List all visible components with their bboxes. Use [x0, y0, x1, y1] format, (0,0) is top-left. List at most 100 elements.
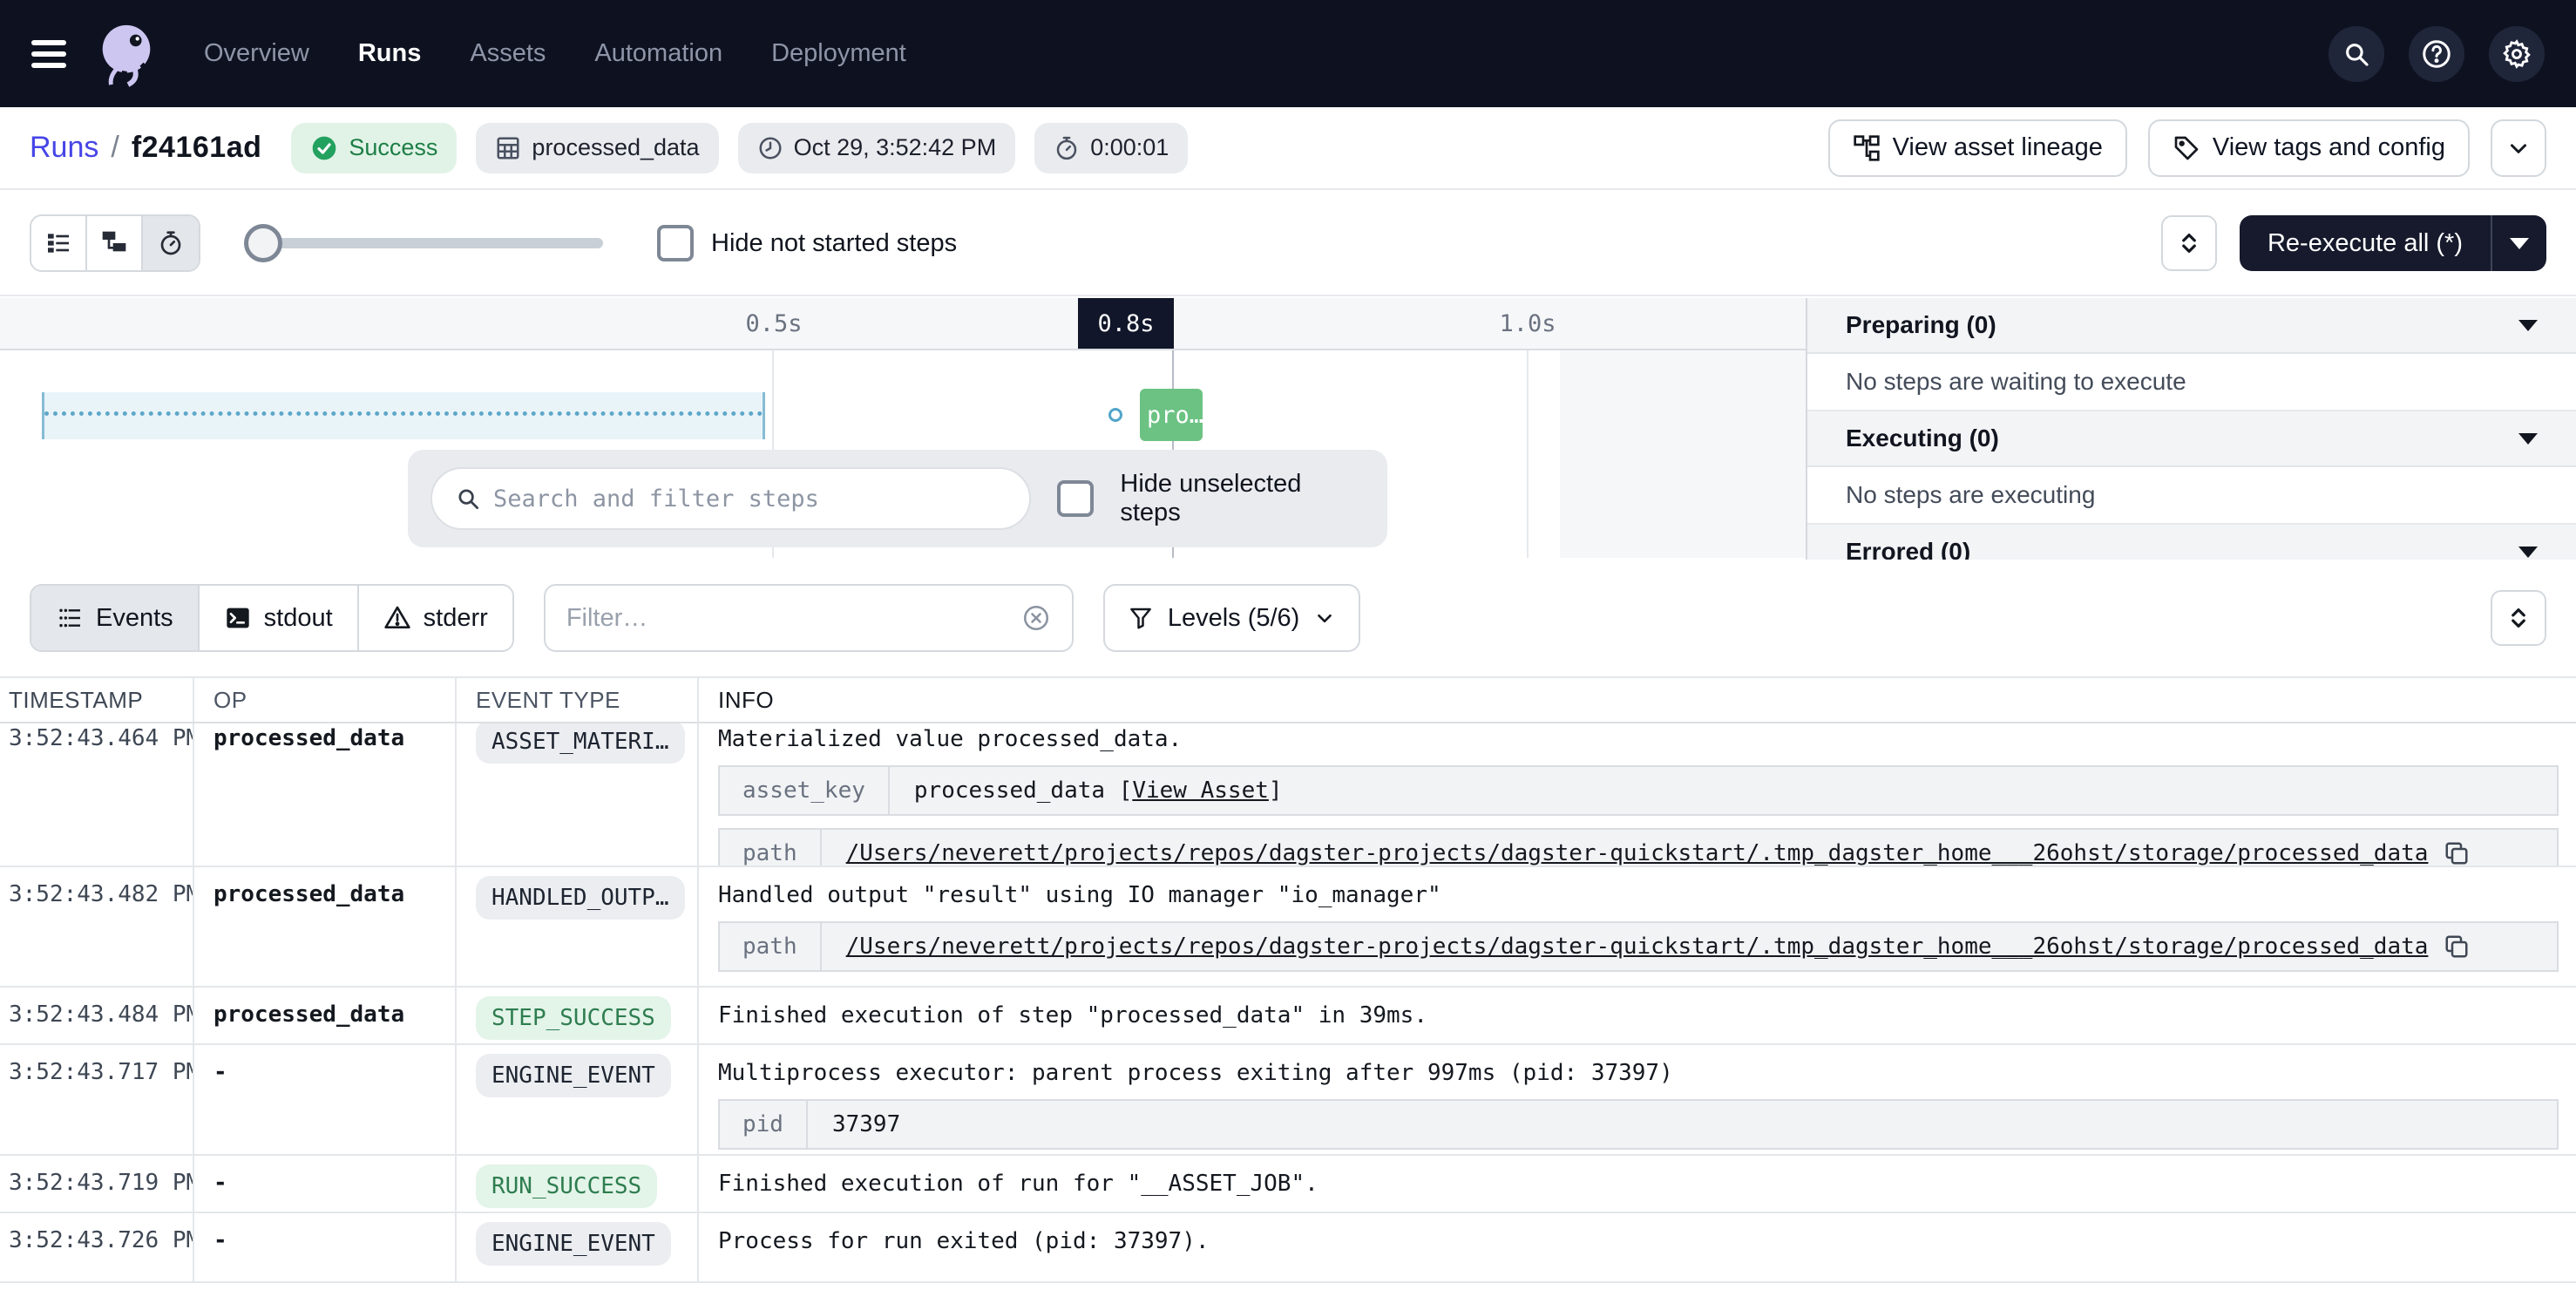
view-asset-link[interactable]: View Asset [1132, 777, 1269, 804]
terminal-icon [224, 604, 252, 632]
table-row[interactable]: 3:52:43.717 PM - ENGINE_EVENT Multiproce… [0, 1045, 2576, 1156]
path-link[interactable]: /Users/neverett/projects/repos/dagster-p… [846, 840, 2429, 866]
reexecute-all-button[interactable]: Re-execute all (*) [2240, 215, 2491, 271]
log-toolbar: Events stdout stderr Levels (5/6) [0, 560, 2576, 678]
more-run-actions-button[interactable] [2491, 119, 2546, 177]
path-link[interactable]: /Users/neverett/projects/repos/dagster-p… [846, 934, 2429, 960]
collapse-caret-icon [2518, 433, 2538, 445]
nav-item-deployment[interactable]: Deployment [771, 39, 906, 68]
event-type-badge: RUN_SUCCESS [476, 1164, 657, 1208]
copy-icon[interactable] [2444, 840, 2470, 866]
levels-filter-button[interactable]: Levels (5/6) [1103, 584, 1361, 652]
flat-list-icon [44, 229, 72, 257]
hide-unselected-checkbox[interactable] [1057, 480, 1094, 517]
hide-not-started-group: Hide not started steps [657, 225, 957, 261]
nav-item-runs[interactable]: Runs [358, 39, 422, 68]
section-errored[interactable]: Errored (0) [1807, 525, 2576, 560]
check-circle-icon [310, 134, 338, 162]
slider-handle[interactable] [244, 224, 282, 262]
nav-item-overview[interactable]: Overview [204, 39, 309, 68]
metadata-row: asset_key processed_data [View Asset] [718, 765, 2559, 816]
view-asset-lineage-button[interactable]: View asset lineage [1828, 119, 2127, 177]
run-detail-page: Overview Runs Assets Automation Deployme… [0, 0, 2576, 1290]
warning-icon [383, 604, 411, 632]
tab-stderr[interactable]: stderr [359, 586, 512, 650]
gantt-rows: pro… Hide unselected steps [0, 350, 1806, 558]
top-nav: Overview Runs Assets Automation Deployme… [0, 0, 2576, 107]
section-executing[interactable]: Executing (0) [1807, 411, 2576, 467]
log-filter-input[interactable] [566, 604, 1009, 633]
run-header: Runs / f24161ad Success processed_data O… [0, 107, 2576, 190]
run-actions: View asset lineage View tags and config [1828, 119, 2546, 177]
copy-icon[interactable] [2444, 934, 2470, 960]
table-row[interactable]: 3:52:43.464 PM processed_data ASSET_MATE… [0, 723, 2576, 867]
view-tags-config-button[interactable]: View tags and config [2148, 119, 2470, 177]
help-icon [2420, 37, 2453, 71]
metadata-row: path /Users/neverett/projects/repos/dags… [718, 921, 2559, 972]
settings-button[interactable] [2489, 26, 2545, 82]
gantt-zoom-slider[interactable] [244, 214, 603, 272]
view-mode-waterfall-button[interactable] [87, 216, 143, 270]
expand-collapse-icon [2505, 605, 2532, 631]
expand-gantt-button[interactable] [2161, 215, 2217, 271]
gantt-view-mode-group [30, 214, 200, 272]
view-mode-timed-button[interactable] [143, 216, 199, 270]
search-icon [455, 485, 481, 512]
section-preparing[interactable]: Preparing (0) [1807, 298, 2576, 354]
asset-table-icon [495, 135, 521, 161]
gantt-timeline: 0.5s 1.0s 0.8s [0, 298, 1806, 350]
nav-item-assets[interactable]: Assets [470, 39, 546, 68]
timeline-tick: 0.5s [745, 310, 802, 337]
event-type-badge: HANDLED_OUTPUT [476, 876, 685, 920]
hide-not-started-checkbox[interactable] [657, 225, 694, 261]
chevron-down-icon [1313, 607, 1336, 629]
breadcrumb-separator: / [111, 131, 119, 165]
metadata-row: path /Users/neverett/projects/repos/dags… [718, 828, 2559, 866]
dagster-logo[interactable] [92, 17, 160, 91]
table-row[interactable]: 3:52:43.719 PM - RUN_SUCCESS Finished ex… [0, 1156, 2576, 1213]
nav-actions [2329, 26, 2545, 82]
step-search-box [430, 467, 1031, 530]
step-search-input[interactable] [493, 485, 1007, 513]
nav-item-automation[interactable]: Automation [594, 39, 722, 68]
status-badge: Success [291, 123, 457, 173]
view-mode-flat-button[interactable] [31, 216, 87, 270]
help-button[interactable] [2409, 26, 2464, 82]
tab-events[interactable]: Events [31, 586, 200, 650]
nav-links: Overview Runs Assets Automation Deployme… [204, 39, 906, 68]
event-message: Finished execution of step "processed_da… [718, 1001, 2559, 1029]
gantt-after-run-zone [1560, 350, 1806, 558]
event-message: Handled output "result" using IO manager… [718, 881, 2559, 909]
step-filter-overlay: Hide unselected steps [408, 450, 1387, 547]
gridline [1527, 350, 1529, 558]
menu-icon[interactable] [31, 40, 66, 68]
gear-icon [2501, 38, 2532, 70]
clear-filter-icon[interactable] [1021, 603, 1051, 633]
lineage-icon [1853, 134, 1881, 162]
event-list-icon [56, 604, 84, 632]
clock-icon [757, 135, 783, 161]
event-message: Process for run exited (pid: 37397). [718, 1227, 2559, 1255]
table-row[interactable]: 3:52:43.726 PM - ENGINE_EVENT Process fo… [0, 1213, 2576, 1283]
event-type-badge: ENGINE_EVENT [476, 1222, 671, 1266]
waterfall-icon [100, 229, 128, 257]
reexecute-options-button[interactable] [2491, 215, 2546, 271]
step-status-panel: Preparing (0) No steps are waiting to ex… [1806, 298, 2576, 560]
expand-logs-button[interactable] [2491, 590, 2546, 646]
step-bar-processed-data[interactable]: pro… [1140, 389, 1203, 441]
breadcrumb-runs-link[interactable]: Runs [30, 131, 98, 165]
gantt-toolbar: Hide not started steps Re-execute all (*… [0, 192, 2576, 296]
table-row[interactable]: 3:52:43.484 PM processed_data STEP_SUCCE… [0, 988, 2576, 1045]
preparing-empty-message: No steps are waiting to execute [1807, 354, 2576, 411]
duration-badge: 0:00:01 [1034, 123, 1188, 173]
col-event-type: EVENT TYPE [457, 678, 699, 722]
slider-track[interactable] [244, 238, 603, 248]
search-button[interactable] [2329, 26, 2384, 82]
col-info: INFO [699, 678, 2576, 722]
table-row[interactable]: 3:52:43.482 PM processed_data HANDLED_OU… [0, 867, 2576, 988]
col-op: OP [194, 678, 457, 722]
funnel-icon [1128, 605, 1154, 631]
tab-stdout[interactable]: stdout [200, 586, 359, 650]
log-tabs: Events stdout stderr [30, 584, 514, 652]
asset-badge[interactable]: processed_data [476, 123, 718, 173]
